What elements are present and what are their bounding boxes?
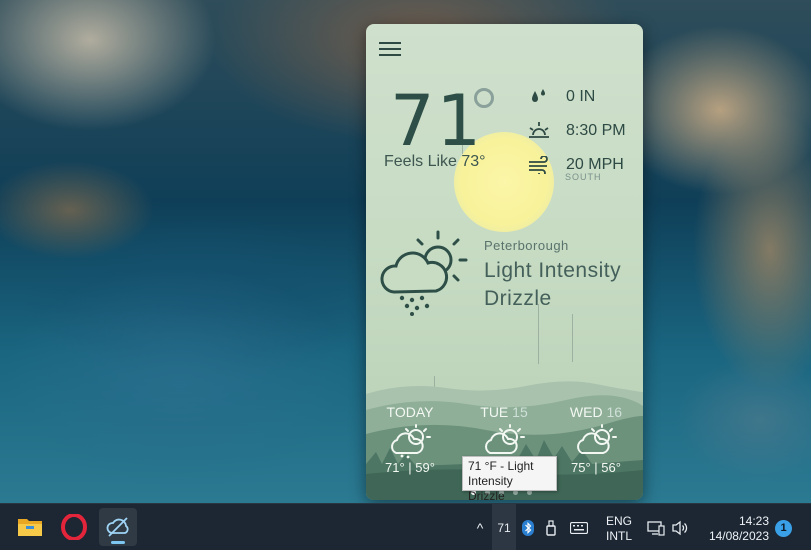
forecast-day-date: 16 bbox=[606, 404, 623, 420]
rain-streak bbox=[572, 314, 573, 362]
forecast-day-name: WED bbox=[569, 404, 603, 420]
sunset-icon bbox=[526, 120, 552, 142]
forecast-day-name: TODAY bbox=[386, 404, 434, 420]
hamburger-menu-icon[interactable] bbox=[379, 42, 401, 56]
condition-text: Light Intensity Drizzle bbox=[484, 259, 622, 310]
touch-keyboard-icon[interactable] bbox=[568, 504, 590, 550]
drizzle-cloud-icon bbox=[380, 226, 470, 321]
partly-cloudy-icon bbox=[574, 423, 618, 459]
show-hidden-icons-chevron[interactable]: ^ bbox=[470, 504, 490, 550]
forecast-temps: 75° | 56° bbox=[571, 460, 621, 475]
forecast-day-tue[interactable]: TUE 15 bbox=[464, 404, 544, 460]
precipitation-value: 0 IN bbox=[566, 88, 596, 105]
forecast-day-name: TUE bbox=[480, 404, 509, 420]
forecast-day-date: 15 bbox=[512, 404, 528, 420]
file-explorer-icon[interactable] bbox=[11, 508, 49, 546]
precipitation-stat: 0 IN bbox=[526, 86, 595, 108]
bluetooth-icon[interactable] bbox=[519, 504, 537, 550]
weather-tooltip: 71 °F - Light Intensity Drizzle bbox=[462, 456, 557, 503]
sunset-value: 8:30 PM bbox=[566, 122, 626, 139]
raindrop-icon bbox=[526, 86, 552, 108]
degree-symbol bbox=[474, 88, 494, 108]
language-indicator[interactable]: ENG INTL bbox=[599, 514, 639, 544]
tray-weather-temp[interactable]: 71 bbox=[492, 504, 516, 550]
location-name: Peterborough bbox=[484, 238, 569, 253]
weather-app-icon[interactable] bbox=[99, 508, 137, 546]
forecast-day-wed[interactable]: WED 16 75° | 56° bbox=[556, 404, 636, 475]
active-app-indicator bbox=[111, 541, 125, 544]
volume-icon[interactable] bbox=[670, 504, 690, 550]
clock-date: 14/08/2023 bbox=[708, 529, 769, 543]
clock-time: 14:23 bbox=[738, 514, 769, 528]
weather-widget: 71 Feels Like 73° 0 IN 8:30 PM 20 MPH SO… bbox=[366, 24, 643, 500]
partly-cloudy-icon bbox=[388, 423, 432, 459]
network-icon[interactable] bbox=[646, 504, 666, 550]
current-temperature: 71 bbox=[390, 80, 484, 162]
forecast-temps: 71° | 59° bbox=[385, 460, 435, 475]
sunset-stat: 8:30 PM bbox=[526, 120, 626, 142]
usb-device-icon[interactable] bbox=[542, 504, 560, 550]
opera-browser-icon[interactable] bbox=[55, 508, 93, 546]
wind-icon bbox=[526, 154, 552, 176]
rain-streak bbox=[538, 304, 539, 364]
wind-direction: SOUTH bbox=[565, 172, 602, 182]
feels-like-text: Feels Like 73° bbox=[384, 153, 486, 170]
partly-cloudy-icon bbox=[482, 423, 526, 459]
clock[interactable]: 14:23 14/08/2023 bbox=[697, 514, 769, 544]
notification-badge[interactable]: 1 bbox=[775, 520, 792, 537]
keyboard-layout: INTL bbox=[605, 529, 632, 543]
language-code: ENG bbox=[605, 514, 632, 528]
taskbar: ^ 71 ENG INTL 14:23 14/08/2023 1 bbox=[0, 503, 811, 550]
forecast-day-today[interactable]: TODAY 71° | 59° bbox=[370, 404, 450, 475]
